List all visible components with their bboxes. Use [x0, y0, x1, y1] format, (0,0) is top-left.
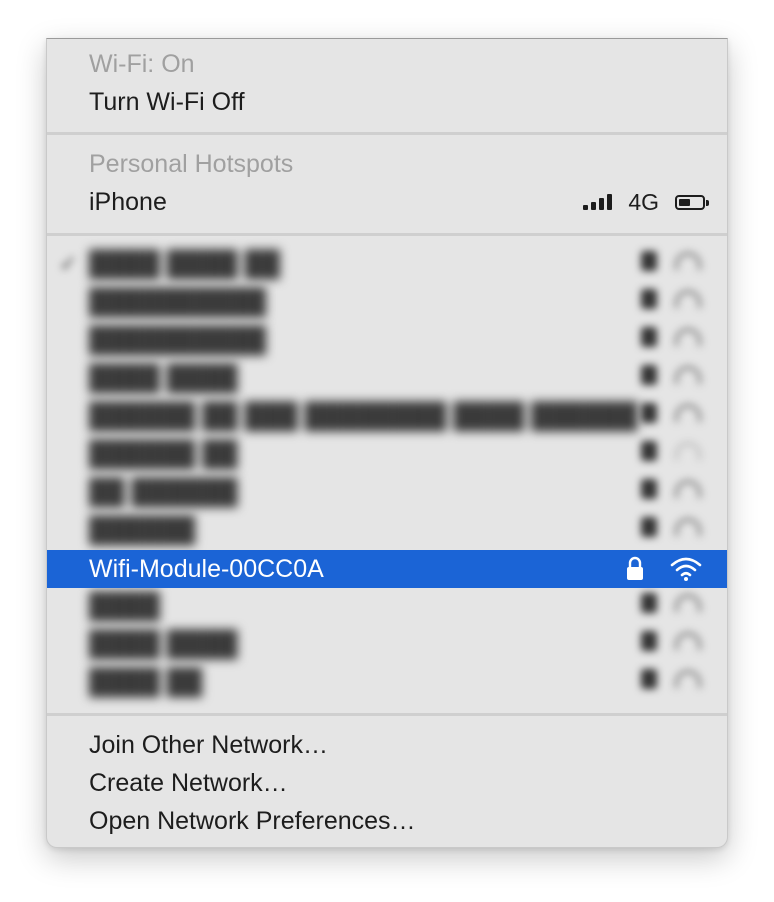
lock-icon — [641, 593, 657, 613]
personal-hotspots-header: Personal Hotspots — [89, 150, 294, 178]
lock-icon — [641, 289, 657, 309]
checkmark-icon: ✓ — [59, 251, 78, 276]
lock-icon — [641, 669, 657, 689]
network-item-obscured[interactable]: ██████████ — [47, 283, 727, 321]
lock-icon — [641, 631, 657, 651]
join-other-network-item[interactable]: Join Other Network… — [47, 726, 727, 764]
hotspot-iphone-item[interactable]: iPhone 4G — [47, 183, 727, 221]
network-item-obscured[interactable]: ██████████ — [47, 321, 727, 359]
wifi-icon — [670, 557, 702, 581]
wifi-icon — [675, 328, 701, 346]
lock-icon — [641, 365, 657, 385]
network-item-obscured[interactable]: ██ ██████ — [47, 473, 727, 511]
hotspot-device-name: iPhone — [89, 188, 167, 216]
menu-separator — [47, 132, 727, 135]
wifi-icon — [675, 632, 701, 650]
wifi-icon — [675, 404, 701, 422]
open-network-preferences-item[interactable]: Open Network Preferences… — [47, 802, 727, 840]
lock-icon — [627, 556, 643, 580]
battery-icon — [675, 194, 709, 210]
lock-icon — [641, 327, 657, 347]
network-item-obscured[interactable]: ████ ████ — [47, 359, 727, 397]
menu-separator — [47, 713, 727, 716]
wifi-icon — [675, 670, 701, 688]
network-item-obscured[interactable]: ████ — [47, 587, 727, 625]
network-tech-label: 4G — [628, 189, 659, 215]
network-item-selected[interactable]: Wifi-Module-00CC0A — [47, 550, 727, 588]
network-item-obscured[interactable]: ██████ ██ — [47, 435, 727, 473]
lock-icon — [641, 517, 657, 537]
network-item-obscured[interactable]: ██████ — [47, 511, 727, 549]
wifi-icon — [675, 366, 701, 384]
wifi-icon — [675, 252, 701, 270]
wifi-status-label: Wi-Fi: On — [89, 50, 195, 78]
cellular-signal-icon — [583, 194, 613, 210]
lock-icon — [641, 479, 657, 499]
lock-icon — [641, 251, 657, 271]
menu-separator — [47, 233, 727, 236]
wifi-icon — [675, 442, 701, 460]
wifi-menu: Wi-Fi: On Turn Wi-Fi Off Personal Hotspo… — [46, 38, 728, 848]
wifi-icon — [675, 480, 701, 498]
wifi-icon — [675, 594, 701, 612]
network-item-obscured[interactable]: ████ ████ — [47, 625, 727, 663]
network-item-obscured[interactable]: ██████ ██ ███ ████████ ████ ██████ — [47, 397, 727, 435]
wifi-icon — [675, 518, 701, 536]
selected-network-name: Wifi-Module-00CC0A — [89, 555, 324, 583]
network-item-obscured[interactable]: ✓ ████ ████ ██ — [47, 245, 727, 283]
lock-icon — [641, 403, 657, 423]
wifi-icon — [675, 290, 701, 308]
turn-wifi-off-item[interactable]: Turn Wi-Fi Off — [47, 83, 727, 121]
network-item-obscured[interactable]: ████ ██ — [47, 663, 727, 701]
lock-icon — [641, 441, 657, 461]
create-network-item[interactable]: Create Network… — [47, 764, 727, 802]
network-list: ✓ ████ ████ ██ ██████████ ██████████ ███… — [47, 245, 727, 715]
